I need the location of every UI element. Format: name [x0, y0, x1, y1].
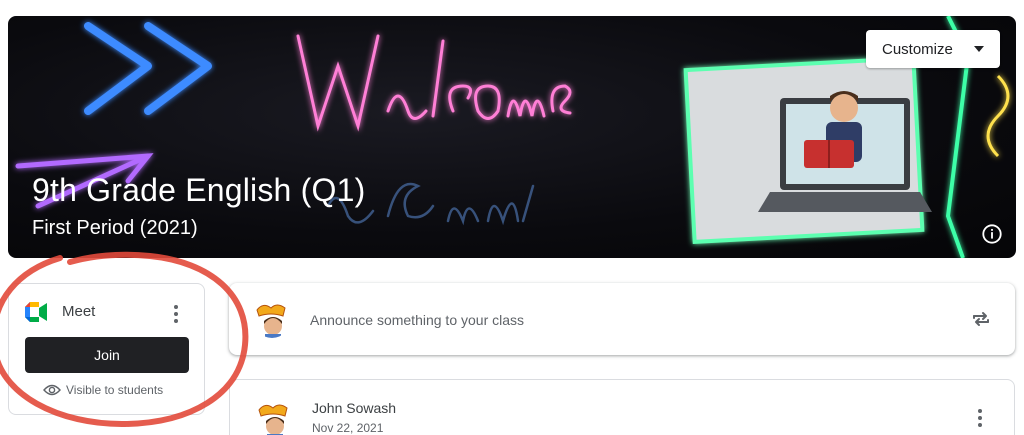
customize-button[interactable]: Customize [866, 30, 1000, 68]
visibility-text: Visible to students [66, 383, 164, 397]
more-vert-icon[interactable] [173, 305, 179, 325]
google-meet-icon [25, 302, 47, 322]
avatar [255, 400, 293, 435]
visibility-status: Visible to students [43, 383, 163, 397]
customize-label: Customize [882, 40, 953, 58]
announce-input[interactable]: Announce something to your class [310, 312, 524, 328]
class-banner: 9th Grade English (Q1) First Period (202… [8, 16, 1016, 258]
avatar [253, 300, 291, 338]
class-title: 9th Grade English (Q1) [32, 172, 366, 208]
repost-icon[interactable] [969, 307, 993, 331]
join-button[interactable]: Join [25, 337, 189, 373]
info-icon[interactable] [981, 223, 1003, 245]
chevron-down-icon [974, 46, 984, 52]
class-subtitle: First Period (2021) [32, 217, 198, 239]
meet-label: Meet [62, 303, 96, 320]
post-date: Nov 22, 2021 [312, 421, 384, 435]
post-author: John Sowash [312, 400, 397, 416]
stream-post[interactable]: John Sowash Nov 22, 2021 [229, 379, 1015, 435]
meet-card: Meet Join Visible to students [8, 283, 205, 415]
announce-box[interactable]: Announce something to your class [229, 283, 1015, 355]
more-vert-icon[interactable] [977, 409, 983, 429]
eye-icon [43, 384, 61, 396]
